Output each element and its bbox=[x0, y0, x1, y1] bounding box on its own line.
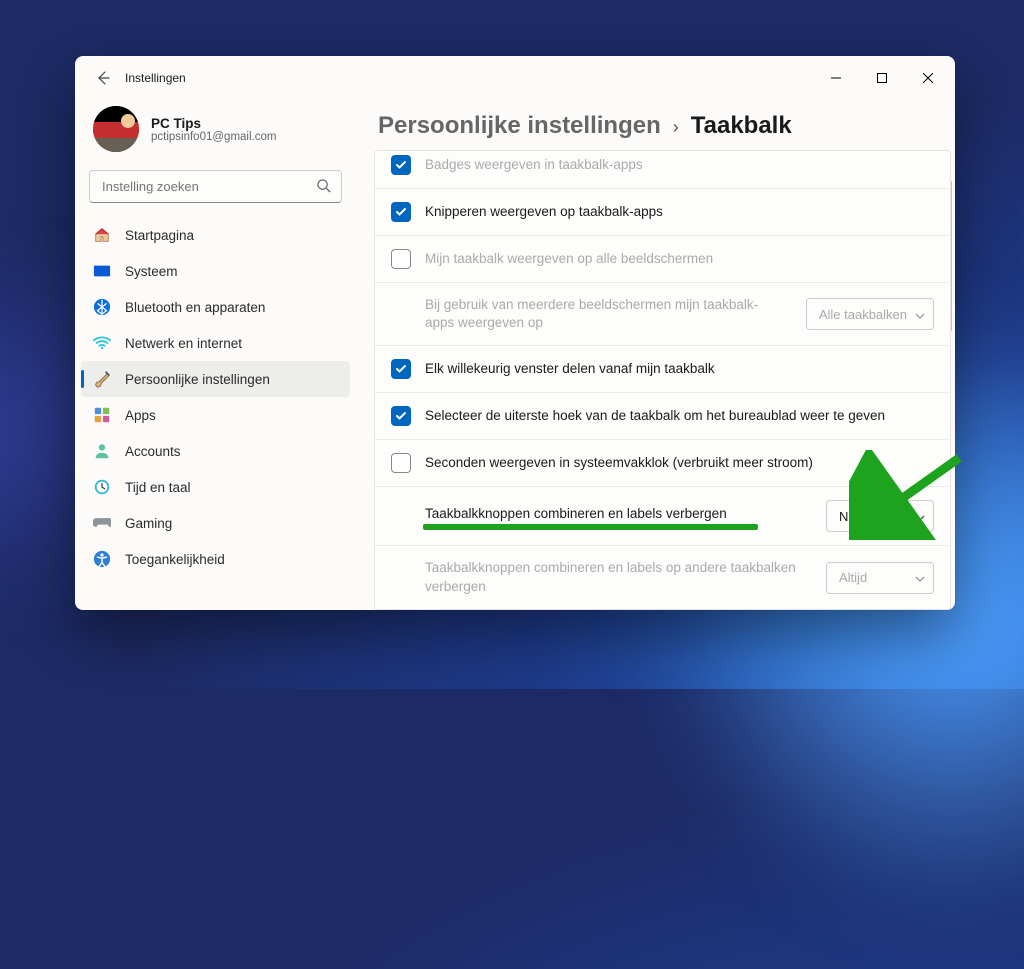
checkbox[interactable] bbox=[391, 406, 411, 426]
chevron-down-icon bbox=[915, 307, 925, 322]
search-icon bbox=[316, 178, 331, 198]
nav-label: Netwerk en internet bbox=[125, 336, 242, 351]
checkbox[interactable] bbox=[391, 155, 411, 175]
dropdown-combine-other: Altijd bbox=[826, 562, 934, 594]
nav-label: Tijd en taal bbox=[125, 480, 191, 495]
window-title: Instellingen bbox=[125, 71, 186, 85]
row-label: Selecteer de uiterste hoek van de taakba… bbox=[425, 407, 934, 425]
maximize-button[interactable] bbox=[859, 62, 905, 94]
minimize-button[interactable] bbox=[813, 62, 859, 94]
nav-label: Apps bbox=[125, 408, 156, 423]
check-icon bbox=[395, 363, 407, 375]
home-icon bbox=[93, 226, 111, 244]
nav-label: Persoonlijke instellingen bbox=[125, 372, 270, 387]
dropdown-combine[interactable]: Nooit bbox=[826, 500, 934, 532]
clock-icon bbox=[93, 478, 111, 496]
row-label: Taakbalkknoppen combineren en labels op … bbox=[425, 559, 812, 595]
dropdown-value: Nooit bbox=[839, 509, 869, 524]
row-share-window[interactable]: Elk willekeurig venster delen vanaf mijn… bbox=[375, 346, 950, 393]
check-icon bbox=[395, 206, 407, 218]
dropdown-value: Alle taakbalken bbox=[819, 307, 907, 322]
nav-apps[interactable]: Apps bbox=[81, 397, 350, 433]
nav-bluetooth[interactable]: Bluetooth en apparaten bbox=[81, 289, 350, 325]
check-icon bbox=[395, 159, 407, 171]
dropdown-value: Altijd bbox=[839, 570, 867, 585]
avatar bbox=[93, 106, 139, 152]
nav-list: Startpagina Systeem Bluetooth en apparat… bbox=[75, 217, 356, 577]
nav-accounts[interactable]: Accounts bbox=[81, 433, 350, 469]
apps-icon bbox=[93, 406, 111, 424]
row-flash[interactable]: Knipperen weergeven op taakbalk-apps bbox=[375, 189, 950, 236]
accounts-icon bbox=[93, 442, 111, 460]
nav-accessibility[interactable]: Toegankelijkheid bbox=[81, 541, 350, 577]
row-label: Elk willekeurig venster delen vanaf mijn… bbox=[425, 360, 934, 378]
system-icon bbox=[93, 262, 111, 280]
row-multi-display: Bij gebruik van meerdere beeldschermen m… bbox=[375, 283, 950, 346]
nav-label: Systeem bbox=[125, 264, 178, 279]
row-label: Seconden weergeven in systeemvakklok (ve… bbox=[425, 454, 934, 472]
nav-label: Gaming bbox=[125, 516, 172, 531]
check-icon bbox=[395, 410, 407, 422]
chevron-down-icon bbox=[915, 570, 925, 585]
close-button[interactable] bbox=[905, 62, 951, 94]
row-badges[interactable]: Badges weergeven in taakbalk-apps bbox=[375, 151, 950, 189]
bluetooth-icon bbox=[93, 298, 111, 316]
nav-gaming[interactable]: Gaming bbox=[81, 505, 350, 541]
checkbox[interactable] bbox=[391, 359, 411, 379]
back-button[interactable] bbox=[83, 58, 123, 98]
checkbox bbox=[391, 249, 411, 269]
row-seconds[interactable]: Seconden weergeven in systeemvakklok (ve… bbox=[375, 440, 950, 487]
nav-label: Startpagina bbox=[125, 228, 194, 243]
chevron-right-icon: › bbox=[673, 117, 679, 138]
window-controls bbox=[813, 62, 951, 94]
dropdown-all-taskbars: Alle taakbalken bbox=[806, 298, 934, 330]
row-label: Badges weergeven in taakbalk-apps bbox=[425, 156, 934, 174]
row-all-displays: Mijn taakbalk weergeven op alle beeldsch… bbox=[375, 236, 950, 283]
settings-list: Badges weergeven in taakbalk-apps Knippe… bbox=[374, 150, 951, 610]
profile-email: pctipsinfo01@gmail.com bbox=[151, 131, 276, 143]
breadcrumb: Persoonlijke instellingen › Taakbalk bbox=[360, 100, 951, 150]
row-combine-other: Taakbalkknoppen combineren en labels op … bbox=[375, 546, 950, 608]
checkbox[interactable] bbox=[391, 202, 411, 222]
sidebar: PC Tips pctipsinfo01@gmail.com Startpagi… bbox=[75, 100, 360, 610]
close-icon bbox=[923, 73, 933, 83]
nav-label: Accounts bbox=[125, 444, 181, 459]
row-label: Bij gebruik van meerdere beeldschermen m… bbox=[425, 296, 792, 332]
minimize-icon bbox=[831, 73, 841, 83]
nav-system[interactable]: Systeem bbox=[81, 253, 350, 289]
nav-label: Toegankelijkheid bbox=[125, 552, 225, 567]
brush-icon bbox=[93, 370, 111, 388]
profile[interactable]: PC Tips pctipsinfo01@gmail.com bbox=[75, 100, 356, 170]
row-label: Taakbalkknoppen combineren en labels ver… bbox=[425, 505, 812, 527]
row-combine-buttons[interactable]: Taakbalkknoppen combineren en labels ver… bbox=[375, 487, 950, 546]
wifi-icon bbox=[93, 334, 111, 352]
accessibility-icon bbox=[93, 550, 111, 568]
row-label: Mijn taakbalk weergeven op alle beeldsch… bbox=[425, 250, 934, 268]
nav-network[interactable]: Netwerk en internet bbox=[81, 325, 350, 361]
titlebar: Instellingen bbox=[75, 56, 955, 100]
row-label: Knipperen weergeven op taakbalk-apps bbox=[425, 203, 934, 221]
nav-time[interactable]: Tijd en taal bbox=[81, 469, 350, 505]
nav-label: Bluetooth en apparaten bbox=[125, 300, 265, 315]
checkbox[interactable] bbox=[391, 453, 411, 473]
nav-home[interactable]: Startpagina bbox=[81, 217, 350, 253]
arrow-left-icon bbox=[95, 70, 111, 86]
search-input[interactable] bbox=[89, 170, 342, 203]
nav-personalization[interactable]: Persoonlijke instellingen bbox=[81, 361, 350, 397]
maximize-icon bbox=[877, 73, 887, 83]
gaming-icon bbox=[93, 514, 111, 532]
main-panel: Persoonlijke instellingen › Taakbalk Bad… bbox=[360, 100, 955, 610]
settings-window: Instellingen PC Tips pctipsinfo01@gmail.… bbox=[75, 56, 955, 610]
chevron-down-icon bbox=[915, 509, 925, 524]
row-show-desktop[interactable]: Selecteer de uiterste hoek van de taakba… bbox=[375, 393, 950, 440]
profile-name: PC Tips bbox=[151, 116, 276, 131]
breadcrumb-parent[interactable]: Persoonlijke instellingen bbox=[378, 112, 661, 140]
breadcrumb-current: Taakbalk bbox=[691, 112, 792, 140]
